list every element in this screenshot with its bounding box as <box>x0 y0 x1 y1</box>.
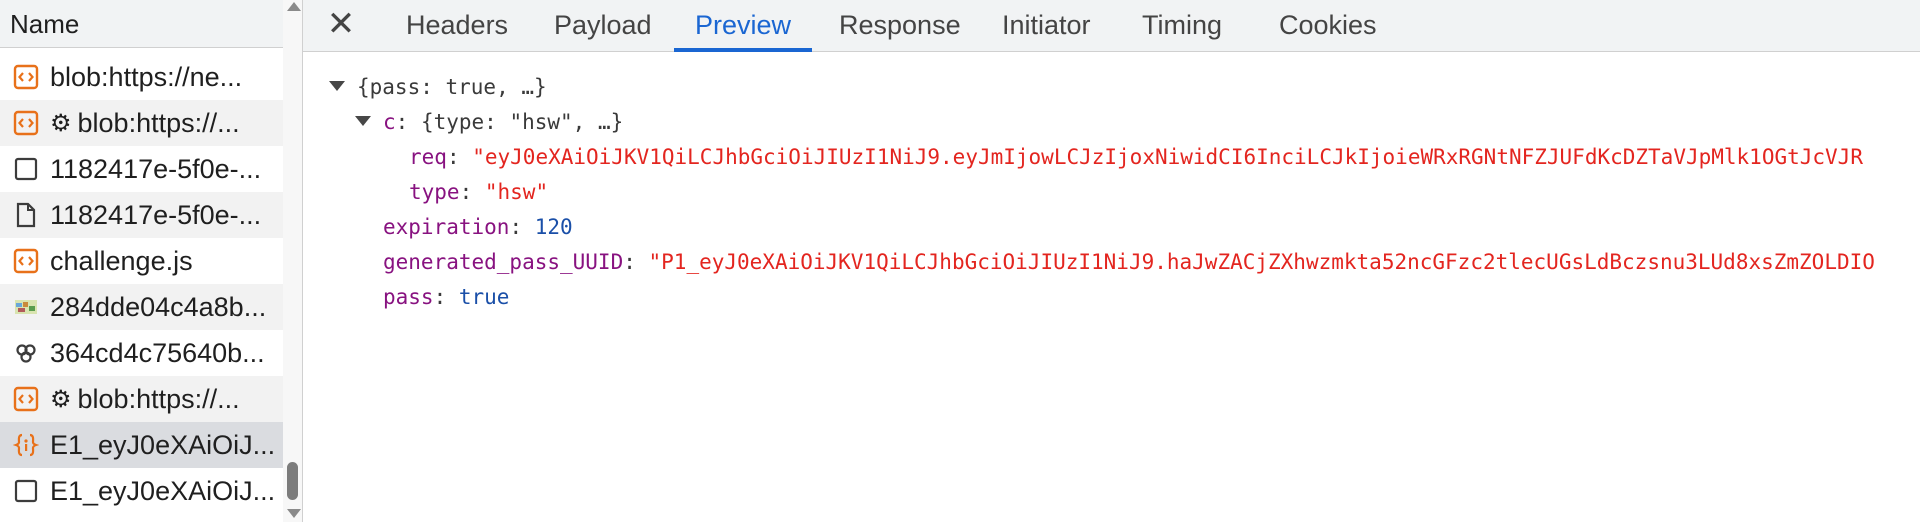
json-c-node[interactable]: c: {type: "hsw", …} <box>355 108 623 136</box>
request-name: blob:https://ne... <box>50 61 243 92</box>
request-list-panel: Name blob:https://ne... ⚙ blob:https://...… <box>0 0 303 522</box>
json-value-type: "hsw" <box>484 180 549 204</box>
json-value-uuid: "P1_eyJ0eXAiOiJKV1QiLCJhbGciOiJIUzI1NiJ9… <box>648 250 1875 274</box>
json-value-expiration: 120 <box>534 215 573 239</box>
request-row[interactable]: E1_eyJ0eXAiOiJ... <box>0 422 283 468</box>
tab-headers[interactable]: Headers <box>385 0 529 52</box>
json-key-expiration: expiration <box>383 215 510 239</box>
scroll-up-arrow-icon[interactable] <box>287 2 301 11</box>
json-value-pass: true <box>458 285 510 309</box>
request-row[interactable]: 284dde04c4a8b... <box>0 284 283 330</box>
json-pass-row: pass: true <box>383 285 510 309</box>
tab-response[interactable]: Response <box>818 0 982 52</box>
request-name: challenge.js <box>50 245 193 276</box>
expand-triangle-icon[interactable] <box>355 116 371 126</box>
json-c-summary: {type: "hsw", …} <box>420 110 624 134</box>
request-name: E1_eyJ0eXAiOiJ... <box>50 429 276 460</box>
name-column-header[interactable]: Name <box>0 0 283 48</box>
tab-payload[interactable]: Payload <box>533 0 673 52</box>
image-icon <box>12 293 40 321</box>
script-icon <box>12 385 40 413</box>
tab-preview[interactable]: Preview <box>674 0 813 52</box>
request-row[interactable]: 1182417e-5f0e-... <box>0 146 283 192</box>
scroll-down-arrow-icon[interactable] <box>287 509 301 518</box>
json-root-node[interactable]: {pass: true, …} <box>329 73 547 101</box>
request-row[interactable]: challenge.js <box>0 238 283 284</box>
wasm-icon <box>12 339 40 367</box>
script-icon <box>12 109 40 137</box>
request-row[interactable]: 1182417e-5f0e-... <box>0 192 283 238</box>
request-row[interactable]: ⚙ blob:https://... <box>0 100 283 146</box>
detail-tabbar: ✕ Headers Payload Preview Response Initi… <box>303 0 1920 52</box>
request-name: blob:https://... <box>77 107 240 138</box>
request-name: 1182417e-5f0e-... <box>50 199 262 230</box>
json-root-summary: {pass: true, …} <box>357 75 547 99</box>
request-row[interactable]: E1_eyJ0eXAiOiJ... <box>0 468 283 514</box>
request-name: 1182417e-5f0e-... <box>50 153 262 184</box>
tab-initiator[interactable]: Initiator <box>981 0 1112 52</box>
close-icon[interactable]: ✕ <box>325 7 357 41</box>
service-worker-gear-icon: ⚙ <box>50 109 72 137</box>
name-column-label: Name <box>10 9 80 39</box>
request-name: E1_eyJ0eXAiOiJ... <box>50 475 276 506</box>
service-worker-gear-icon: ⚙ <box>50 385 72 413</box>
json-key-type: type <box>409 180 460 204</box>
scrollbar-thumb[interactable] <box>287 462 298 500</box>
file-icon <box>12 201 40 229</box>
script-icon <box>12 247 40 275</box>
json-icon <box>12 431 40 459</box>
json-value-req: "eyJ0eXAiOiJKV1QiLCJhbGciOiJIUzI1NiJ9.ey… <box>472 145 1863 169</box>
json-key-pass: pass <box>383 285 434 309</box>
request-row[interactable]: 364cd4c75640b... <box>0 330 283 376</box>
tab-timing[interactable]: Timing <box>1121 0 1243 52</box>
json-key-uuid: generated_pass_UUID <box>383 250 624 274</box>
request-name: 284dde04c4a8b... <box>50 291 267 322</box>
preview-pane: {pass: true, …} c: {type: "hsw", …} req:… <box>303 53 1920 522</box>
json-key-c: c <box>383 110 396 134</box>
json-type-row: type: "hsw" <box>409 180 549 204</box>
json-expiration-row: expiration: 120 <box>383 215 573 239</box>
request-list: blob:https://ne... ⚙ blob:https://... 11824… <box>0 54 283 514</box>
request-list-scrollbar[interactable] <box>283 0 302 522</box>
request-name: blob:https://... <box>77 383 240 414</box>
script-icon <box>12 63 40 91</box>
json-req-row: req: "eyJ0eXAiOiJKV1QiLCJhbGciOiJIUzI1Ni… <box>409 145 1863 169</box>
request-name: 364cd4c75640b... <box>50 337 265 368</box>
expand-triangle-icon[interactable] <box>329 81 345 91</box>
json-key-req: req <box>409 145 447 169</box>
tab-cookies[interactable]: Cookies <box>1258 0 1398 52</box>
json-uuid-row: generated_pass_UUID: "P1_eyJ0eXAiOiJKV1Q… <box>383 250 1875 274</box>
document-icon <box>12 155 40 183</box>
request-row[interactable]: blob:https://ne... <box>0 54 283 100</box>
document-icon <box>12 477 40 505</box>
request-row[interactable]: ⚙ blob:https://... <box>0 376 283 422</box>
